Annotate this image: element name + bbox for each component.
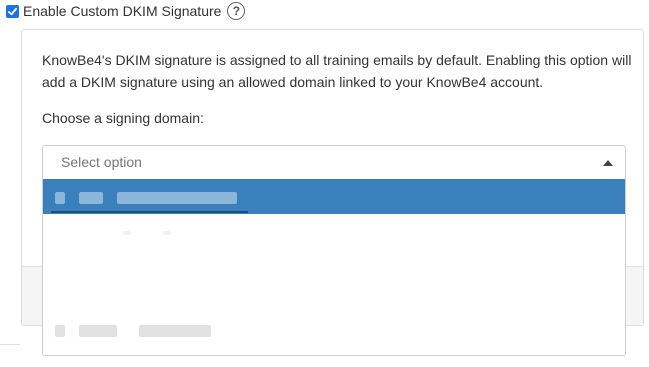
enable-dkim-label[interactable]: Enable Custom DKIM Signature: [23, 3, 221, 19]
dropdown-option[interactable]: [43, 284, 625, 319]
dkim-description: KnowBe4's DKIM signature is assigned to …: [42, 52, 632, 90]
redacted-text: [163, 231, 171, 235]
signing-domain-select[interactable]: Select option: [42, 145, 626, 180]
dropdown-option-highlighted[interactable]: [43, 179, 625, 214]
enable-dkim-row: Enable Custom DKIM Signature ?: [6, 0, 246, 22]
enable-dkim-checkbox[interactable]: [6, 4, 19, 18]
signing-domain-dropdown: [42, 179, 626, 356]
dropdown-option[interactable]: [43, 249, 625, 284]
redacted-text: [123, 231, 131, 235]
dropdown-option[interactable]: [43, 319, 625, 354]
redacted-text: [79, 325, 117, 337]
caret-up-icon[interactable]: [603, 160, 613, 166]
redacted-text: [139, 325, 211, 337]
redacted-text: [55, 325, 65, 337]
dropdown-option[interactable]: [43, 214, 625, 249]
signing-domain-label: Choose a signing domain:: [42, 110, 204, 126]
redacted-text: [117, 192, 237, 204]
checkmark-icon: [7, 7, 18, 15]
divider: [0, 344, 20, 345]
option-underline: [51, 211, 248, 213]
help-icon[interactable]: ?: [227, 2, 246, 20]
select-placeholder: Select option: [61, 154, 142, 170]
redacted-text: [79, 192, 103, 204]
redacted-text: [55, 192, 65, 204]
